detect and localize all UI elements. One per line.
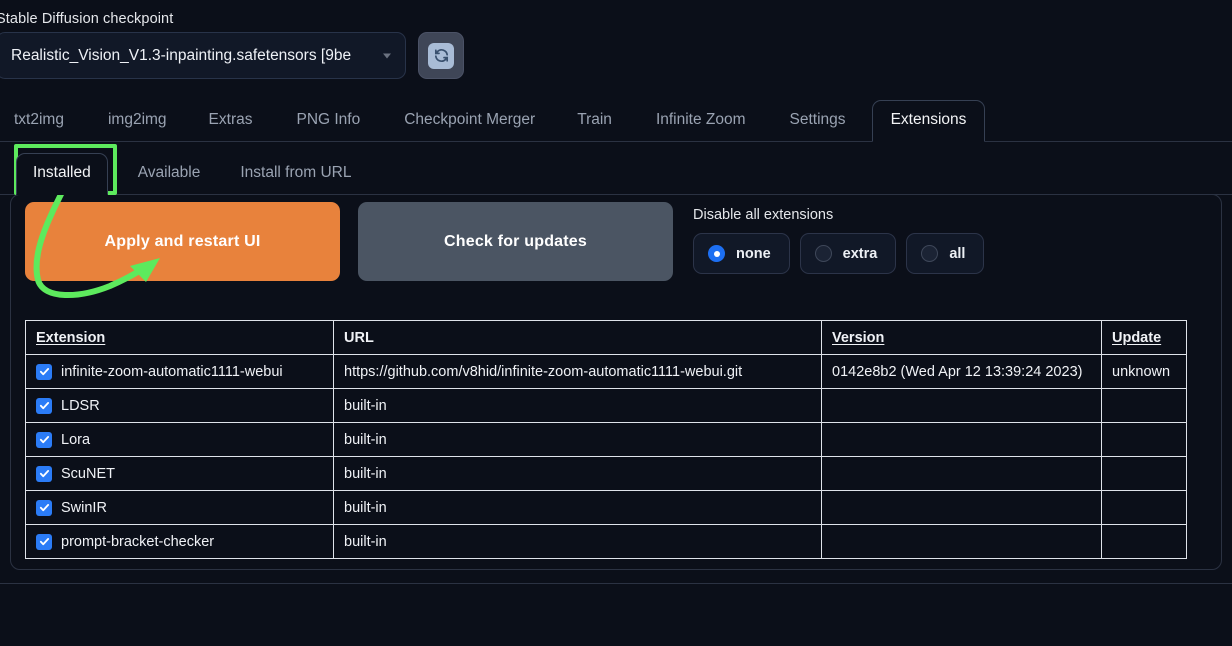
column-header-extension-label: Extension xyxy=(36,330,105,346)
table-body: infinite-zoom-automatic1111-webui https:… xyxy=(26,355,1187,559)
cell-url: built-in xyxy=(334,423,822,457)
radio-label-none: none xyxy=(736,246,771,262)
radio-label-extra: extra xyxy=(843,246,878,262)
cell-url: built-in xyxy=(334,525,822,559)
apply-and-restart-ui-button[interactable]: Apply and restart UI xyxy=(25,202,340,281)
cell-version xyxy=(822,423,1102,457)
extension-name: LDSR xyxy=(61,398,100,414)
column-header-url-label: URL xyxy=(344,330,374,346)
extension-name: prompt-bracket-checker xyxy=(61,534,214,550)
installed-extensions-table: Extension URL Version Update infinite-zo… xyxy=(25,320,1187,559)
radio-dot-extra xyxy=(815,245,832,262)
table-row: prompt-bracket-checker built-in xyxy=(26,525,1187,559)
cell-update xyxy=(1102,491,1187,525)
table-row: SwinIR built-in xyxy=(26,491,1187,525)
tab-checkpoint-merger[interactable]: Checkpoint Merger xyxy=(404,111,535,141)
refresh-icon xyxy=(428,43,454,69)
cell-update xyxy=(1102,525,1187,559)
refresh-checkpoints-button[interactable] xyxy=(418,32,464,79)
extension-name: ScuNET xyxy=(61,466,115,482)
tab-extensions[interactable]: Extensions xyxy=(872,100,986,142)
disable-all-extensions-label: Disable all extensions xyxy=(693,207,984,223)
extension-enabled-checkbox[interactable] xyxy=(36,534,52,550)
cell-update: unknown xyxy=(1102,355,1187,389)
radio-option-all[interactable]: all xyxy=(906,233,984,274)
radio-dot-all xyxy=(921,245,938,262)
checkpoint-row: Realistic_Vision_V1.3-inpainting.safeten… xyxy=(0,32,464,79)
column-header-version[interactable]: Version xyxy=(822,321,1102,355)
disable-all-extensions-group: Disable all extensions none extra all xyxy=(693,207,984,274)
cell-version xyxy=(822,491,1102,525)
stable-diffusion-webui-window: Stable Diffusion checkpoint Realistic_Vi… xyxy=(0,0,1232,646)
tab-train[interactable]: Train xyxy=(577,111,612,141)
extension-name: Lora xyxy=(61,432,90,448)
sub-tab-available[interactable]: Available xyxy=(138,164,201,194)
cell-version xyxy=(822,389,1102,423)
sub-tab-install-from-url[interactable]: Install from URL xyxy=(240,164,351,194)
cell-version: 0142e8b2 (Wed Apr 12 13:39:24 2023) xyxy=(822,355,1102,389)
tab-png-info[interactable]: PNG Info xyxy=(296,111,360,141)
tab-settings[interactable]: Settings xyxy=(790,111,846,141)
cell-update xyxy=(1102,457,1187,491)
cell-url: https://github.com/v8hid/infinite-zoom-a… xyxy=(334,355,822,389)
cell-extension: prompt-bracket-checker xyxy=(26,525,334,559)
chevron-down-icon xyxy=(383,53,391,58)
cell-update xyxy=(1102,389,1187,423)
extension-enabled-checkbox[interactable] xyxy=(36,432,52,448)
column-header-version-label: Version xyxy=(832,330,884,346)
cell-extension: Lora xyxy=(26,423,334,457)
cell-update xyxy=(1102,423,1187,457)
extension-enabled-checkbox[interactable] xyxy=(36,398,52,414)
extension-enabled-checkbox[interactable] xyxy=(36,466,52,482)
cell-version xyxy=(822,525,1102,559)
checkpoint-label: Stable Diffusion checkpoint xyxy=(0,11,173,27)
extension-enabled-checkbox[interactable] xyxy=(36,500,52,516)
footer-divider xyxy=(0,583,1232,584)
cell-extension: LDSR xyxy=(26,389,334,423)
radio-option-none[interactable]: none xyxy=(693,233,790,274)
main-tab-bar: txt2img img2img Extras PNG Info Checkpoi… xyxy=(0,98,1232,142)
cell-version xyxy=(822,457,1102,491)
table-row: ScuNET built-in xyxy=(26,457,1187,491)
table-row: Lora built-in xyxy=(26,423,1187,457)
tab-infinite-zoom[interactable]: Infinite Zoom xyxy=(656,111,746,141)
check-for-updates-button[interactable]: Check for updates xyxy=(358,202,673,281)
extensions-sub-tab-bar: Installed Available Install from URL xyxy=(0,151,1232,195)
table-head: Extension URL Version Update xyxy=(26,321,1187,355)
column-header-update[interactable]: Update xyxy=(1102,321,1187,355)
checkpoint-value: Realistic_Vision_V1.3-inpainting.safeten… xyxy=(11,47,351,65)
tab-img2img[interactable]: img2img xyxy=(108,111,167,141)
tab-txt2img[interactable]: txt2img xyxy=(14,111,64,141)
table-row: LDSR built-in xyxy=(26,389,1187,423)
column-header-update-label: Update xyxy=(1112,330,1161,346)
checkpoint-select[interactable]: Realistic_Vision_V1.3-inpainting.safeten… xyxy=(0,32,406,79)
table-header-row: Extension URL Version Update xyxy=(26,321,1187,355)
radio-option-extra[interactable]: extra xyxy=(800,233,897,274)
extension-name: infinite-zoom-automatic1111-webui xyxy=(61,364,283,380)
column-header-url[interactable]: URL xyxy=(334,321,822,355)
table-row: infinite-zoom-automatic1111-webui https:… xyxy=(26,355,1187,389)
sub-tab-installed[interactable]: Installed xyxy=(16,153,108,195)
extension-enabled-checkbox[interactable] xyxy=(36,364,52,380)
radio-dot-none xyxy=(708,245,725,262)
cell-url: built-in xyxy=(334,389,822,423)
disable-all-extensions-options: none extra all xyxy=(693,233,984,274)
cell-extension: infinite-zoom-automatic1111-webui xyxy=(26,355,334,389)
tab-extras[interactable]: Extras xyxy=(209,111,253,141)
cell-url: built-in xyxy=(334,491,822,525)
radio-label-all: all xyxy=(949,246,965,262)
cell-extension: ScuNET xyxy=(26,457,334,491)
extension-name: SwinIR xyxy=(61,500,107,516)
cell-url: built-in xyxy=(334,457,822,491)
column-header-extension[interactable]: Extension xyxy=(26,321,334,355)
cell-extension: SwinIR xyxy=(26,491,334,525)
